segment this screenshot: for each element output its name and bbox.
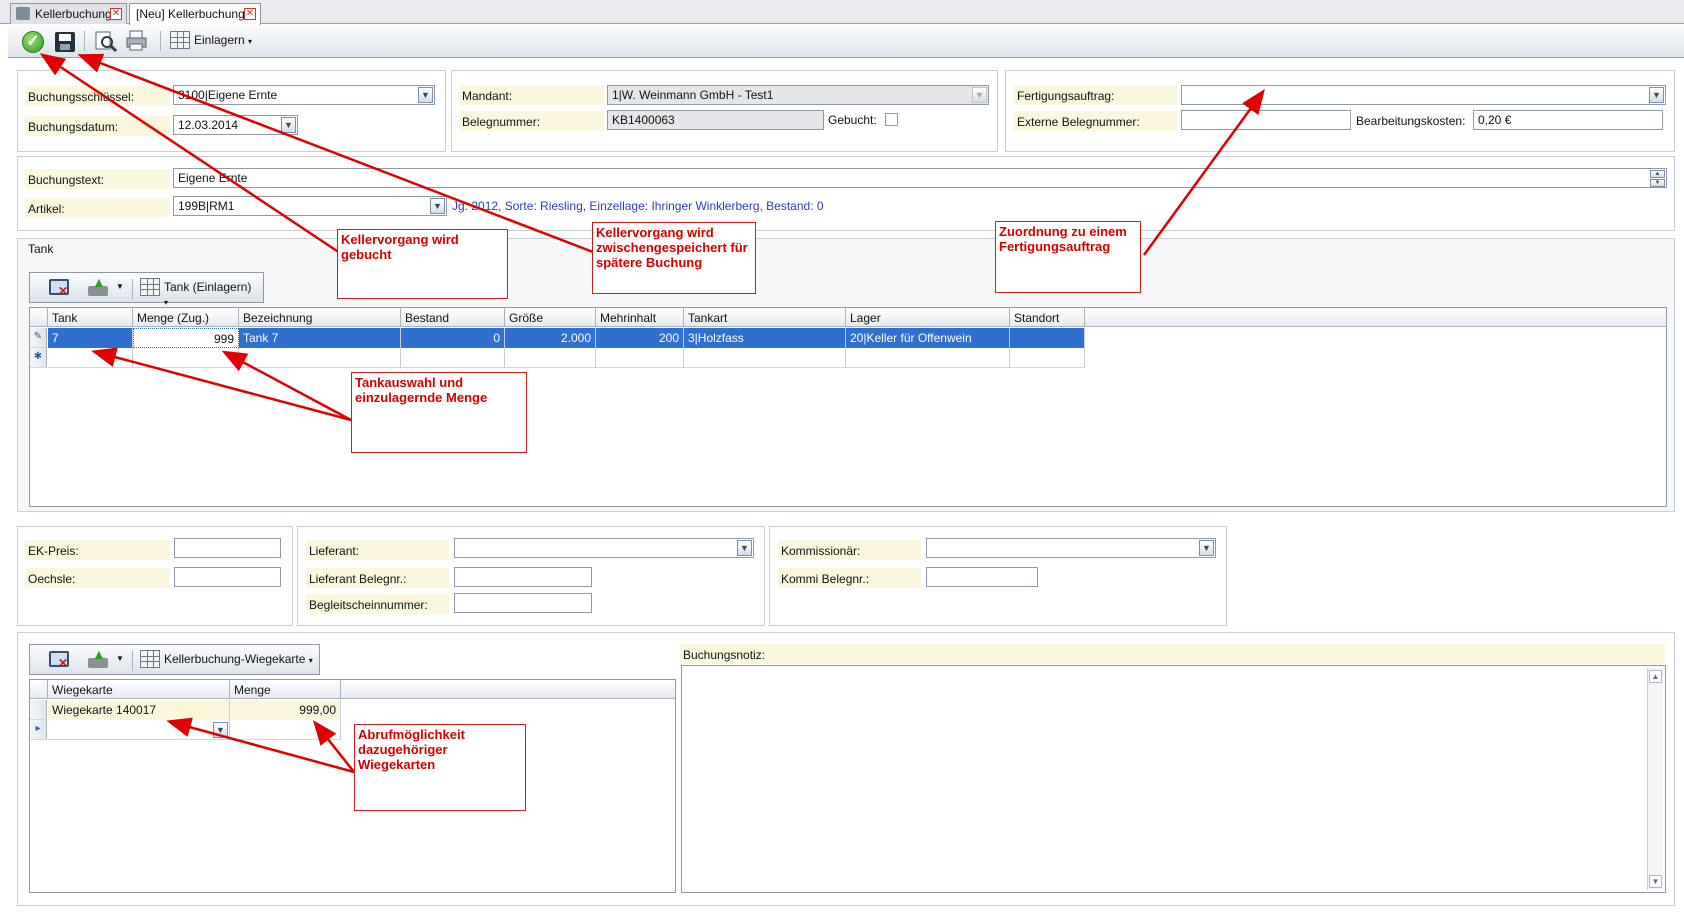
arrow-to-book-button — [39, 53, 341, 255]
annotation-arrows — [39, 53, 1265, 774]
annotation-gebucht: Kellervorgang wird gebucht — [337, 229, 508, 299]
arrow-to-fertigungsauftrag — [1142, 88, 1265, 256]
arrow-to-wiegekarte-cell — [166, 717, 355, 774]
arrow-to-save-button — [77, 53, 594, 254]
arrow-to-tank-cell — [91, 347, 352, 422]
annotation-wiegekarten: Abrufmöglichkeit dazugehöriger Wiegekart… — [354, 724, 526, 811]
annotation-zwischengespeichert: Kellervorgang wird zwischengespeichert f… — [592, 222, 756, 294]
annotation-fertigungsauftrag: Zuordnung zu einem Fertigungsauftrag — [995, 221, 1141, 293]
arrow-to-wiege-menge-cell — [312, 720, 355, 773]
arrow-to-menge-cell — [221, 350, 352, 422]
annotation-tankauswahl: Tankauswahl und einzulagernde Menge — [351, 372, 527, 453]
